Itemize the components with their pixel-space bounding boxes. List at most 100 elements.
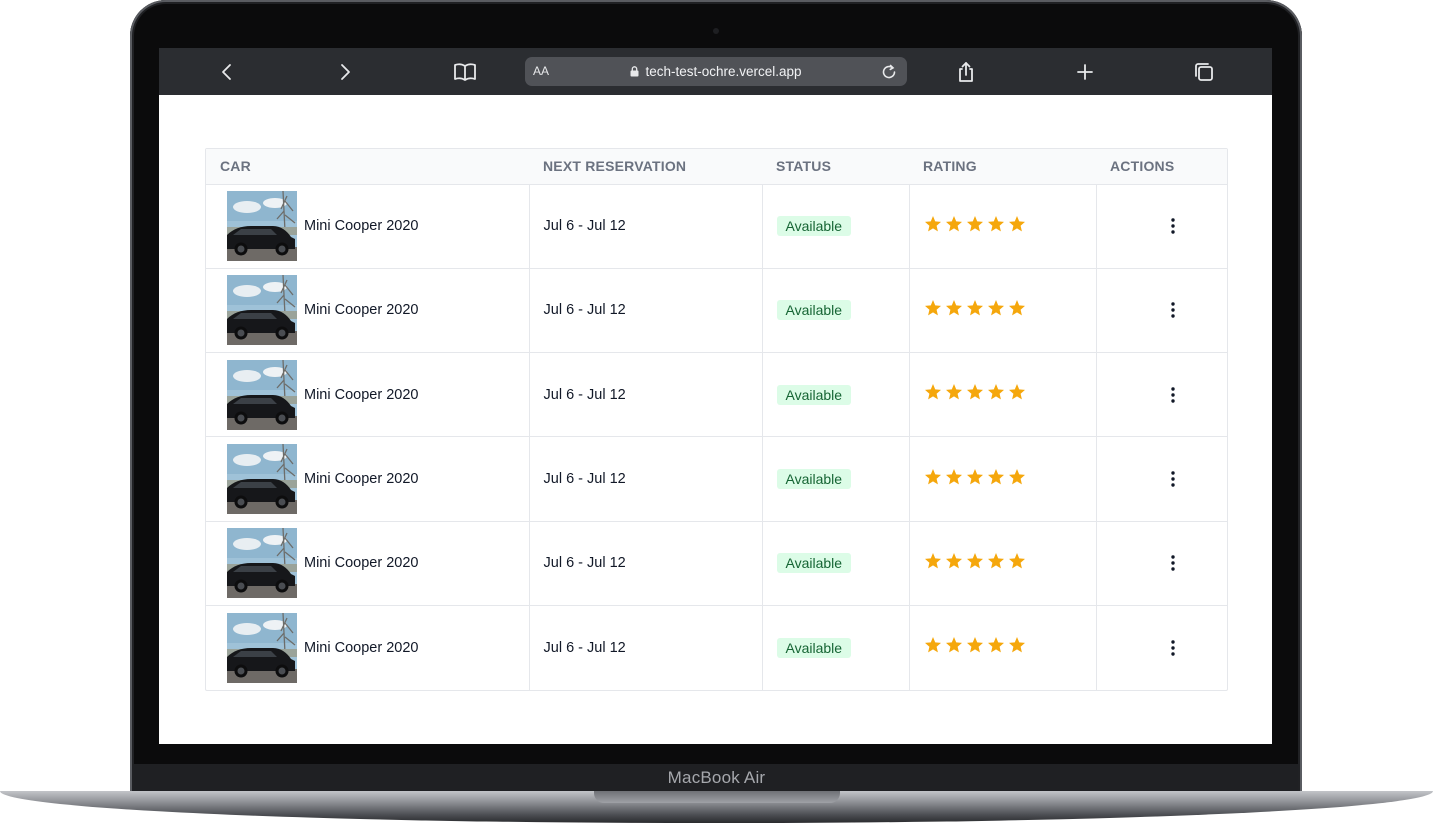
status-cell: Available bbox=[761, 268, 909, 354]
reservation-dates: Jul 6 - Jul 12 bbox=[543, 218, 626, 235]
car-name: Mini Cooper 2020 bbox=[304, 471, 419, 488]
status-cell: Available bbox=[761, 521, 909, 606]
more-vertical-icon bbox=[1170, 555, 1175, 572]
status-cell: Available bbox=[761, 352, 909, 438]
bookmarks-button[interactable] bbox=[445, 48, 485, 95]
star-icon bbox=[924, 637, 941, 653]
row-actions-button[interactable] bbox=[1161, 551, 1185, 575]
car-thumbnail bbox=[227, 275, 297, 346]
car-thumbnail bbox=[227, 444, 297, 515]
chevron-right-icon bbox=[341, 63, 350, 80]
url-display: tech-test-ochre.vercel.app bbox=[525, 57, 907, 86]
table-row[interactable]: Mini Cooper 2020 Jul 6 - Jul 12 Availabl… bbox=[206, 268, 1227, 354]
car-cell: Mini Cooper 2020 bbox=[206, 521, 529, 606]
table-row[interactable]: Mini Cooper 2020 Jul 6 - Jul 12 Availabl… bbox=[206, 436, 1227, 522]
star-icon bbox=[945, 384, 962, 400]
row-actions-button[interactable] bbox=[1161, 298, 1185, 322]
cars-table: CAR NEXT RESERVATION STATUS RATING ACTIO… bbox=[205, 148, 1228, 691]
star-icon bbox=[945, 468, 962, 484]
address-bar[interactable]: AA tech-test-ochre.vercel.app bbox=[525, 57, 907, 86]
car-name: Mini Cooper 2020 bbox=[304, 302, 419, 319]
share-icon bbox=[959, 61, 973, 82]
column-header-car: CAR bbox=[206, 149, 529, 185]
reservation-cell: Jul 6 - Jul 12 bbox=[528, 268, 762, 354]
car-cell: Mini Cooper 2020 bbox=[206, 268, 529, 354]
car-name: Mini Cooper 2020 bbox=[304, 218, 419, 235]
lock-icon bbox=[630, 66, 639, 77]
row-actions-button[interactable] bbox=[1161, 214, 1185, 238]
rating-cell bbox=[908, 268, 1096, 354]
star-icon bbox=[945, 299, 962, 316]
chevron-left-icon bbox=[222, 63, 231, 80]
row-actions-button[interactable] bbox=[1161, 467, 1185, 491]
car-thumbnail bbox=[227, 359, 297, 430]
reservation-dates: Jul 6 - Jul 12 bbox=[543, 302, 626, 319]
actions-cell bbox=[1095, 268, 1227, 354]
more-vertical-icon bbox=[1170, 471, 1175, 487]
reservation-cell: Jul 6 - Jul 12 bbox=[528, 436, 762, 522]
new-tab-button[interactable] bbox=[1065, 48, 1105, 95]
star-icon bbox=[987, 384, 1004, 400]
table-row[interactable]: Mini Cooper 2020 Jul 6 - Jul 12 Availabl… bbox=[206, 521, 1227, 606]
table-row[interactable]: Mini Cooper 2020 Jul 6 - Jul 12 Availabl… bbox=[206, 605, 1227, 690]
star-icon bbox=[987, 299, 1004, 316]
reservation-dates: Jul 6 - Jul 12 bbox=[543, 386, 626, 403]
star-rating bbox=[924, 636, 1096, 654]
share-button[interactable] bbox=[946, 48, 986, 95]
star-icon bbox=[1008, 384, 1025, 400]
star-rating bbox=[924, 468, 1096, 486]
device-label: MacBook Air bbox=[667, 768, 766, 787]
actions-cell bbox=[1095, 184, 1227, 269]
car-cell: Mini Cooper 2020 bbox=[206, 605, 529, 689]
car-cell: Mini Cooper 2020 bbox=[206, 352, 529, 438]
star-icon bbox=[987, 215, 1004, 232]
column-header-status: STATUS bbox=[762, 149, 909, 185]
tabs-icon bbox=[1195, 62, 1213, 81]
car-cell: Mini Cooper 2020 bbox=[206, 436, 529, 522]
plus-icon bbox=[1077, 63, 1093, 80]
star-icon bbox=[924, 299, 941, 316]
reservation-dates: Jul 6 - Jul 12 bbox=[543, 639, 626, 656]
car-name: Mini Cooper 2020 bbox=[304, 555, 419, 572]
tabs-overview-button[interactable] bbox=[1184, 48, 1224, 95]
column-header-rating: RATING bbox=[909, 149, 1096, 185]
url-text: tech-test-ochre.vercel.app bbox=[645, 64, 802, 79]
forward-button[interactable] bbox=[325, 48, 365, 95]
more-vertical-icon bbox=[1170, 387, 1175, 403]
star-icon bbox=[987, 468, 1004, 484]
table-row[interactable]: Mini Cooper 2020 Jul 6 - Jul 12 Availabl… bbox=[206, 184, 1227, 269]
back-button[interactable] bbox=[207, 48, 247, 95]
star-icon bbox=[966, 384, 983, 400]
rating-cell bbox=[908, 352, 1096, 438]
reservation-cell: Jul 6 - Jul 12 bbox=[528, 352, 762, 438]
star-icon bbox=[966, 637, 983, 653]
star-icon bbox=[924, 384, 941, 400]
row-actions-button[interactable] bbox=[1161, 383, 1185, 407]
car-cell: Mini Cooper 2020 bbox=[206, 184, 529, 269]
rating-cell bbox=[908, 436, 1096, 522]
more-vertical-icon bbox=[1170, 218, 1175, 234]
rating-cell bbox=[908, 521, 1096, 606]
car-thumbnail bbox=[227, 191, 297, 262]
car-thumbnail bbox=[227, 528, 297, 599]
star-icon bbox=[1008, 552, 1025, 569]
reservation-cell: Jul 6 - Jul 12 bbox=[528, 605, 762, 690]
reservation-dates: Jul 6 - Jul 12 bbox=[543, 555, 626, 572]
reservation-dates: Jul 6 - Jul 12 bbox=[543, 471, 626, 488]
table-row[interactable]: Mini Cooper 2020 Jul 6 - Jul 12 Availabl… bbox=[206, 352, 1227, 438]
book-icon bbox=[454, 62, 476, 81]
star-icon bbox=[945, 215, 962, 232]
row-actions-button[interactable] bbox=[1161, 636, 1185, 660]
star-icon bbox=[1008, 468, 1025, 484]
star-icon bbox=[945, 637, 962, 653]
status-badge: Available bbox=[776, 637, 852, 658]
car-thumbnail bbox=[227, 612, 297, 683]
status-badge: Available bbox=[776, 469, 852, 490]
reload-button[interactable] bbox=[877, 57, 901, 86]
star-icon bbox=[966, 468, 983, 484]
car-name: Mini Cooper 2020 bbox=[304, 386, 419, 403]
more-vertical-icon bbox=[1170, 640, 1175, 656]
star-icon bbox=[966, 215, 983, 232]
star-icon bbox=[1008, 299, 1025, 316]
star-icon bbox=[1008, 215, 1025, 232]
